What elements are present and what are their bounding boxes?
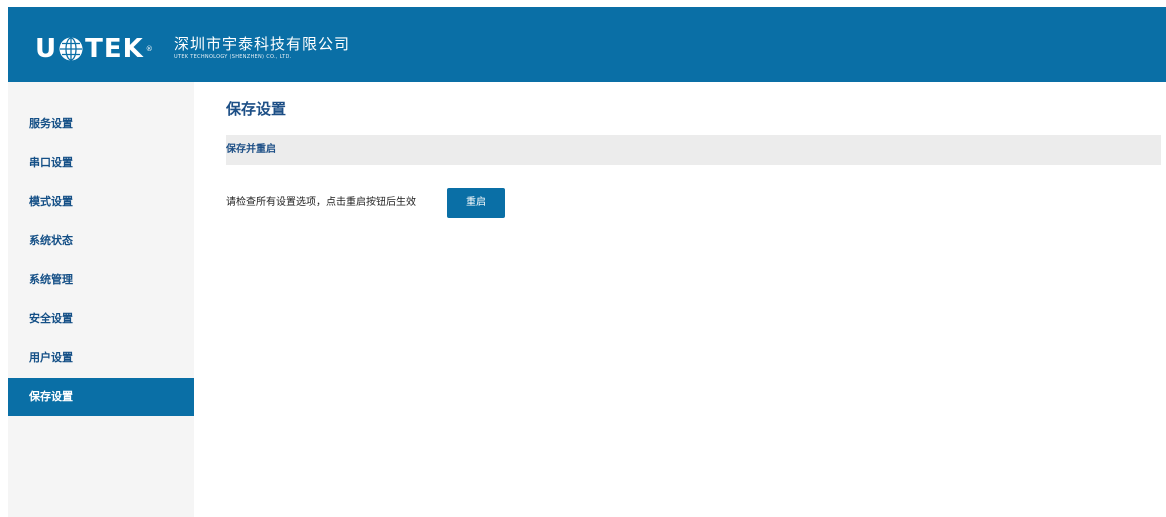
trademark-mark: ® — [145, 45, 154, 53]
utek-logo: U TEK ® — [35, 35, 154, 63]
sidebar-item-user-settings[interactable]: 用户设置 — [8, 339, 194, 377]
restart-button[interactable]: 重启 — [447, 188, 505, 218]
sidebar-menu: 服务设置 串口设置 模式设置 系统状态 系统管理 安全设置 用户设置 保存设置 — [8, 82, 194, 517]
sidebar-item-save-settings[interactable]: 保存设置 — [8, 378, 194, 416]
logo-text-right: TEK — [85, 34, 144, 64]
sidebar-item-mode-settings[interactable]: 模式设置 — [8, 183, 194, 221]
globe-icon — [58, 36, 84, 62]
logo-text-left: U — [35, 34, 58, 64]
top-header: U TEK ® 深圳市宇泰科技有限公司 UTEK TECHNOLOGY (SHE… — [8, 7, 1166, 82]
company-name: 深圳市宇泰科技有限公司 UTEK TECHNOLOGY (SHENZHEN) C… — [174, 35, 350, 61]
company-name-cn: 深圳市宇泰科技有限公司 — [174, 35, 351, 53]
sidebar-item-security-settings[interactable]: 安全设置 — [8, 300, 194, 338]
company-name-en: UTEK TECHNOLOGY (SHENZHEN) CO., LTD. — [174, 54, 292, 60]
page-title: 保存设置 — [226, 100, 287, 118]
sidebar-item-system-status[interactable]: 系统状态 — [8, 222, 194, 260]
section-title: 保存并重启 — [226, 144, 276, 155]
sidebar-item-service-settings[interactable]: 服务设置 — [8, 105, 194, 143]
section-header: 保存并重启 — [226, 135, 1161, 165]
sidebar-item-system-management[interactable]: 系统管理 — [8, 261, 194, 299]
sidebar-item-serial-settings[interactable]: 串口设置 — [8, 144, 194, 182]
restart-hint-text: 请检查所有设置选项，点击重启按钮后生效 — [226, 197, 416, 208]
